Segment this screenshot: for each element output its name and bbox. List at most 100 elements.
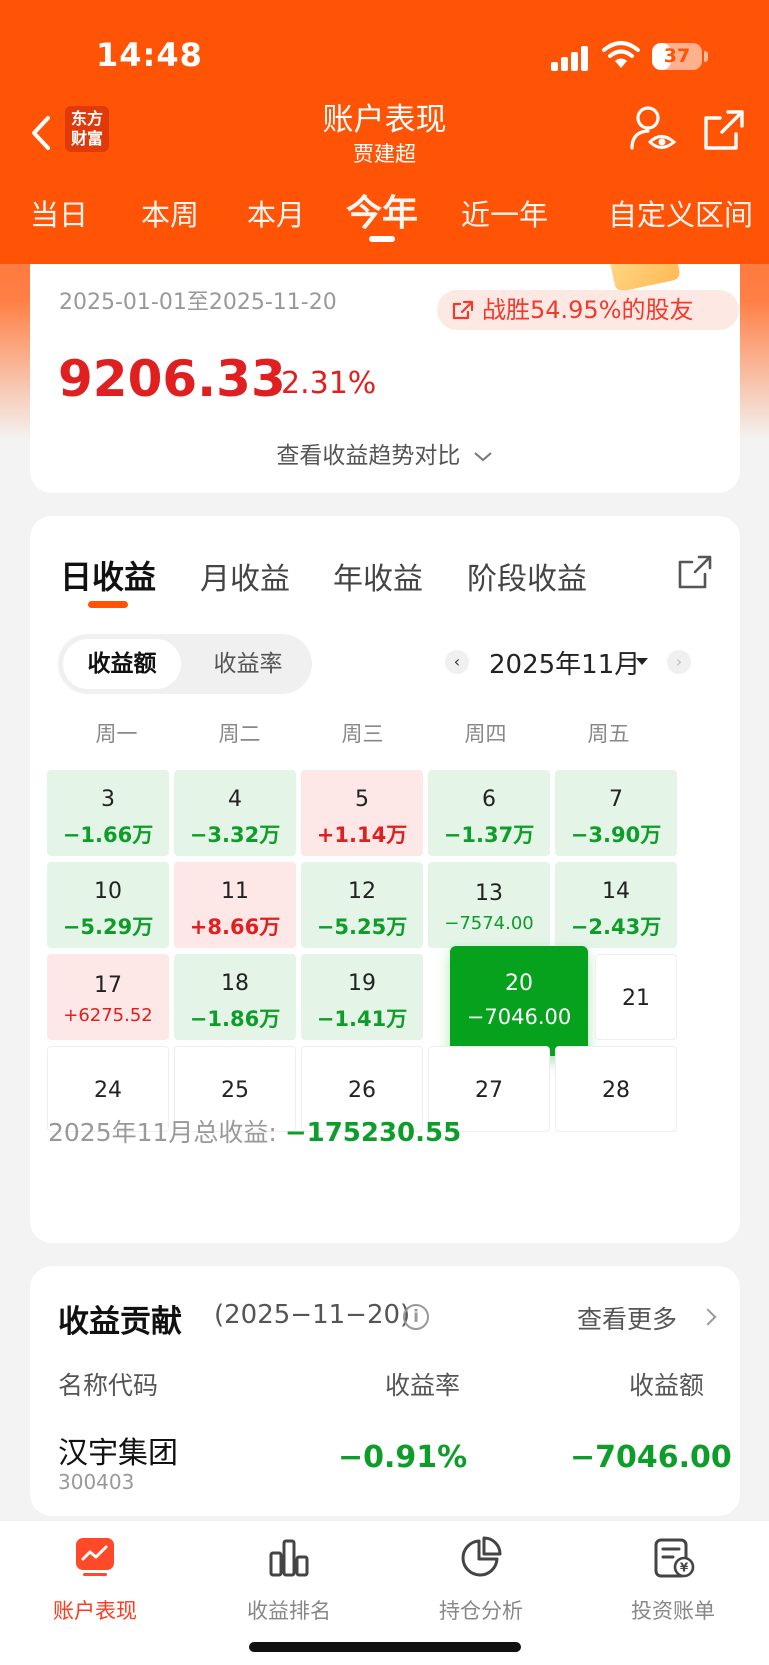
day-profit: −3.32万 bbox=[189, 823, 281, 847]
calendar-day-cell[interactable]: 5 +1.14万 bbox=[301, 770, 423, 856]
day-profit: −5.29万 bbox=[62, 915, 154, 939]
tab-monthly-profit[interactable]: 月收益 bbox=[200, 554, 290, 598]
share-icon[interactable] bbox=[677, 554, 713, 590]
bar-chart-icon bbox=[269, 1539, 309, 1577]
month-total: 2025年11月总收益: −175230.55 bbox=[48, 1113, 461, 1149]
profit-percent: 2.31% bbox=[281, 366, 377, 401]
column-header-rate: 收益率 bbox=[385, 1371, 461, 1400]
share-out-icon bbox=[452, 300, 474, 320]
day-number: 14 bbox=[602, 879, 630, 904]
day-number: 18 bbox=[221, 971, 249, 996]
tab-week[interactable]: 本周 bbox=[141, 192, 199, 234]
tab-month[interactable]: 本月 bbox=[247, 192, 305, 234]
bottom-tab-account-performance[interactable]: 账户表现 bbox=[30, 1535, 160, 1625]
day-profit: +6275.52 bbox=[63, 1005, 153, 1026]
wifi-icon bbox=[602, 41, 640, 68]
beat-badge[interactable]: 战胜54.95%的股友 bbox=[437, 290, 739, 330]
calendar-day-cell[interactable]: 28 bbox=[555, 1046, 677, 1132]
day-profit: −1.37万 bbox=[443, 823, 535, 847]
share-icon[interactable] bbox=[702, 108, 746, 152]
column-header-amount: 收益额 bbox=[629, 1371, 705, 1400]
stock-amount: −7046.00 bbox=[570, 1440, 732, 1475]
chevron-right-icon[interactable] bbox=[699, 1308, 717, 1326]
calendar-day-cell[interactable]: 13 −7574.00 bbox=[428, 862, 550, 948]
date-range: 2025-01-01至2025-11-20 bbox=[59, 290, 337, 315]
battery-icon: 37 bbox=[652, 43, 702, 70]
calendar-day-cell[interactable]: 19 −1.41万 bbox=[301, 954, 423, 1040]
day-number: 11 bbox=[221, 879, 249, 904]
contribution-card: 收益贡献 (2025−11−20) i 查看更多 名称代码 收益率 收益额 汉宇… bbox=[30, 1266, 740, 1516]
daily-tab-indicator bbox=[88, 601, 128, 608]
calendar-day-cell[interactable]: 12 −5.25万 bbox=[301, 862, 423, 948]
toggle-amount[interactable]: 收益额 bbox=[63, 639, 181, 689]
calendar-day-cell[interactable]: 10 −5.29万 bbox=[47, 862, 169, 948]
calendar-day-cell[interactable]: 21 bbox=[595, 954, 677, 1040]
bottom-tab-holdings-analysis[interactable]: 持仓分析 bbox=[416, 1535, 546, 1625]
tab-daily-profit[interactable]: 日收益 bbox=[60, 552, 156, 598]
bottom-tab-label: 收益排名 bbox=[247, 1599, 331, 1623]
bottom-tab-profit-ranking[interactable]: 收益排名 bbox=[224, 1535, 354, 1625]
svg-text:¥: ¥ bbox=[680, 1561, 689, 1575]
day-number: 19 bbox=[348, 971, 376, 996]
tab-last-year[interactable]: 近一年 bbox=[461, 192, 548, 234]
toggle-rate[interactable]: 收益率 bbox=[192, 639, 304, 689]
day-profit: −7046.00 bbox=[466, 1005, 572, 1029]
contribution-title: 收益贡献 bbox=[58, 1304, 182, 1340]
month-total-label: 2025年11月总收益: bbox=[48, 1118, 285, 1147]
day-number: 4 bbox=[228, 787, 242, 812]
day-number: 21 bbox=[622, 986, 650, 1011]
calendar-day-cell[interactable]: 3 −1.66万 bbox=[47, 770, 169, 856]
battery-text: 37 bbox=[663, 45, 691, 67]
bottom-tab-label: 账户表现 bbox=[53, 1599, 137, 1623]
metric-toggle: 收益额 收益率 bbox=[58, 634, 312, 694]
day-number: 27 bbox=[475, 1078, 503, 1103]
weekday-wed: 周三 bbox=[341, 722, 384, 746]
prev-month-button[interactable]: ‹ bbox=[445, 650, 469, 674]
day-number: 5 bbox=[355, 787, 369, 812]
see-more-link[interactable]: 查看更多 bbox=[577, 1300, 677, 1336]
day-profit: −1.41万 bbox=[316, 1007, 408, 1031]
day-number: 28 bbox=[602, 1078, 630, 1103]
tab-yearly-profit[interactable]: 年收益 bbox=[333, 554, 423, 598]
calendar-day-cell[interactable]: 7 −3.90万 bbox=[555, 770, 677, 856]
tab-custom-range[interactable]: 自定义区间 bbox=[608, 192, 753, 234]
next-month-button[interactable]: › bbox=[667, 650, 691, 674]
period-tabs: 当日 本周 本月 今年 近一年 自定义区间 bbox=[0, 180, 769, 250]
calendar-day-cell[interactable]: 6 −1.37万 bbox=[428, 770, 550, 856]
month-total-value: −175230.55 bbox=[284, 1118, 462, 1148]
calendar-day-cell[interactable]: 4 −3.32万 bbox=[174, 770, 296, 856]
total-profit: 9206.33 bbox=[58, 350, 286, 408]
tab-stage-profit[interactable]: 阶段收益 bbox=[467, 554, 587, 598]
calendar-day-cell-selected[interactable]: 20 −7046.00 bbox=[450, 946, 588, 1056]
day-profit: +1.14万 bbox=[316, 823, 408, 847]
home-indicator bbox=[249, 1642, 521, 1652]
user-view-icon[interactable] bbox=[628, 104, 678, 154]
weekday-tue: 周二 bbox=[218, 722, 261, 746]
calendar-day-cell[interactable]: 14 −2.43万 bbox=[555, 862, 677, 948]
pie-chart-icon bbox=[461, 1536, 502, 1577]
day-number: 26 bbox=[348, 1078, 376, 1103]
contribution-date: (2025−11−20) bbox=[214, 1300, 411, 1330]
stock-rate: −0.91% bbox=[338, 1440, 468, 1475]
weekday-thu: 周四 bbox=[464, 722, 507, 746]
calendar-day-cell[interactable]: 18 −1.86万 bbox=[174, 954, 296, 1040]
caret-down-icon[interactable] bbox=[636, 658, 648, 665]
battery-cap bbox=[704, 51, 708, 62]
signal-icon bbox=[551, 45, 591, 71]
tab-this-year[interactable]: 今年 bbox=[346, 184, 418, 236]
day-profit: −3.90万 bbox=[570, 823, 662, 847]
calendar-day-cell[interactable]: 17 +6275.52 bbox=[47, 954, 169, 1040]
day-number: 3 bbox=[101, 787, 115, 812]
calendar-day-cell[interactable]: 11 +8.66万 bbox=[174, 862, 296, 948]
month-selector[interactable]: 2025年11月 bbox=[489, 644, 640, 681]
day-number: 10 bbox=[94, 879, 122, 904]
info-icon[interactable]: i bbox=[403, 1304, 429, 1330]
day-profit: −2.43万 bbox=[570, 915, 662, 939]
bottom-tab-investment-bill[interactable]: ¥ 投资账单 bbox=[608, 1535, 738, 1625]
day-profit: −1.86万 bbox=[189, 1007, 281, 1031]
stock-name[interactable]: 汉宇集团 bbox=[58, 1428, 178, 1472]
tab-today[interactable]: 当日 bbox=[30, 192, 88, 234]
weekday-fri: 周五 bbox=[587, 722, 630, 746]
weekday-mon: 周一 bbox=[95, 722, 138, 746]
trend-compare-link[interactable]: 查看收益趋势对比 bbox=[30, 436, 740, 470]
